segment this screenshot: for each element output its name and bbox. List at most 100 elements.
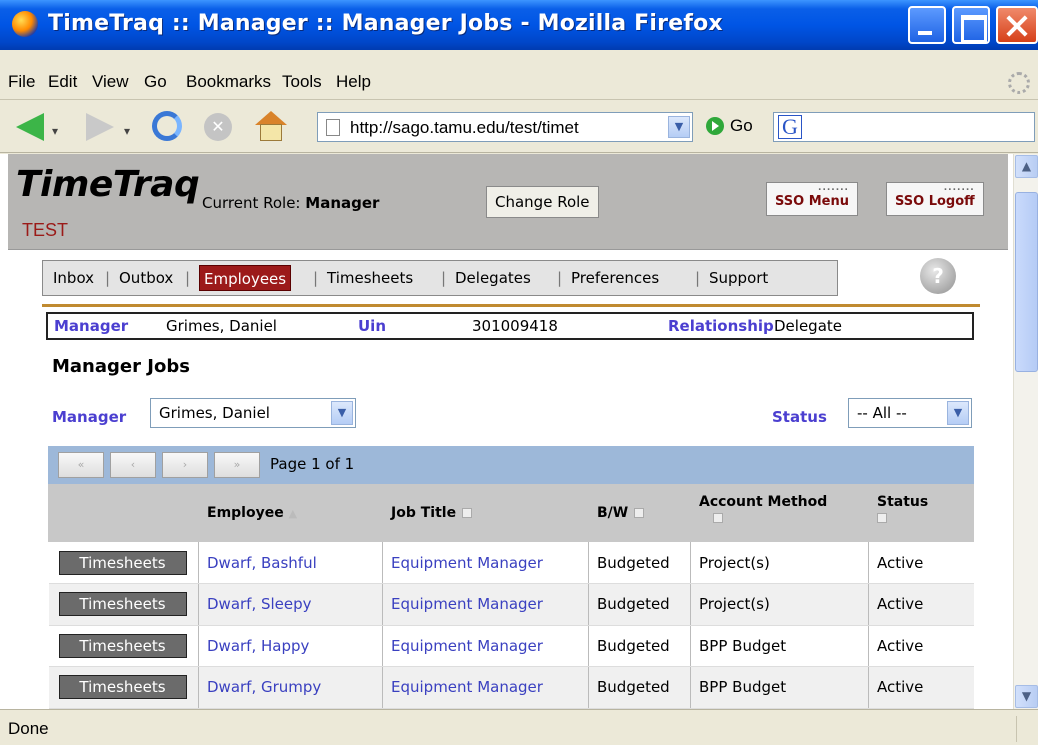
tab-delegates[interactable]: Delegates xyxy=(455,269,531,287)
minimize-button[interactable] xyxy=(908,6,946,44)
manager-info-bar: Manager Grimes, Daniel Uin 301009418 Rel… xyxy=(46,312,974,340)
first-page-button[interactable]: « xyxy=(58,452,104,478)
header-job-title[interactable]: Job Title xyxy=(382,484,589,542)
home-icon[interactable] xyxy=(255,111,287,141)
help-icon[interactable]: ? xyxy=(920,258,956,294)
table-row: Timesheets Dwarf, Grumpy Equipment Manag… xyxy=(48,666,974,709)
menu-tools[interactable]: Tools xyxy=(282,72,322,92)
status-text: Done xyxy=(8,719,49,738)
status-select[interactable]: -- All -- ▼ xyxy=(848,398,972,428)
tab-inbox[interactable]: Inbox xyxy=(53,269,94,287)
go-icon[interactable] xyxy=(706,117,724,135)
timesheets-button[interactable]: Timesheets xyxy=(58,675,187,700)
stop-icon[interactable]: ✕ xyxy=(204,113,232,141)
menu-file[interactable]: File xyxy=(8,72,35,92)
sso-menu-button[interactable]: SSO Menu xyxy=(766,169,858,216)
info-uin-value: 301009418 xyxy=(472,317,558,335)
header-account-method[interactable]: Account Method xyxy=(690,484,869,542)
account-method-cell: Project(s) xyxy=(690,542,869,584)
timesheets-button[interactable]: Timesheets xyxy=(58,633,187,658)
header-employee[interactable]: Employee ▲ xyxy=(198,484,383,542)
employee-link[interactable]: Dwarf, Grumpy xyxy=(207,678,321,696)
role-prefix: Current Role: xyxy=(202,194,301,212)
menu-bookmarks[interactable]: Bookmarks xyxy=(186,72,271,92)
timesheets-button[interactable]: Timesheets xyxy=(58,592,187,617)
vertical-scrollbar[interactable]: ▲ ▼ xyxy=(1013,154,1038,709)
menu-view[interactable]: View xyxy=(92,72,129,92)
job-title-cell: Equipment Manager xyxy=(382,625,589,667)
sort-icon[interactable] xyxy=(877,513,887,523)
resize-grip[interactable] xyxy=(1016,716,1034,742)
back-dropdown-icon[interactable]: ▾ xyxy=(52,124,58,138)
reload-icon[interactable] xyxy=(152,111,182,141)
tab-outbox[interactable]: Outbox xyxy=(119,269,173,287)
job-title-link[interactable]: Equipment Manager xyxy=(391,678,543,696)
divider xyxy=(42,304,980,307)
job-title-cell: Equipment Manager xyxy=(382,542,589,584)
menu-help[interactable]: Help xyxy=(336,72,371,92)
job-title-link[interactable]: Equipment Manager xyxy=(391,637,543,655)
employee-cell: Dwarf, Sleepy xyxy=(198,583,383,626)
go-button[interactable]: Go xyxy=(730,116,753,136)
manager-select[interactable]: Grimes, Daniel ▼ xyxy=(150,398,356,428)
row-action-cell: Timesheets xyxy=(48,583,199,626)
sort-icon[interactable] xyxy=(634,508,645,518)
menu-bar: File Edit View Go Bookmarks Tools Help xyxy=(0,50,1038,100)
job-title-link[interactable]: Equipment Manager xyxy=(391,554,543,572)
role-value: Manager xyxy=(305,194,380,212)
bw-cell: Budgeted xyxy=(588,583,691,626)
tab-preferences[interactable]: Preferences xyxy=(571,269,659,287)
sso-logoff-button[interactable]: SSO Logoff xyxy=(886,169,984,216)
row-action-cell: Timesheets xyxy=(48,542,199,584)
account-method-cell: Project(s) xyxy=(690,583,869,626)
url-dropdown-icon[interactable]: ▼ xyxy=(668,116,690,138)
tab-support[interactable]: Support xyxy=(709,269,768,287)
menu-edit[interactable]: Edit xyxy=(48,72,77,92)
sort-icon[interactable] xyxy=(462,508,473,518)
tab-timesheets[interactable]: Timesheets xyxy=(327,269,413,287)
job-title-link[interactable]: Equipment Manager xyxy=(391,595,543,613)
tab-employees[interactable]: Employees xyxy=(199,265,292,291)
employee-link[interactable]: Dwarf, Sleepy xyxy=(207,595,312,613)
employee-cell: Dwarf, Grumpy xyxy=(198,666,383,709)
change-role-button[interactable]: Change Role xyxy=(486,186,599,218)
sort-asc-icon[interactable]: ▲ xyxy=(289,507,297,520)
header-status[interactable]: Status xyxy=(868,484,974,542)
brand-logo: TimeTraq xyxy=(16,164,200,205)
forward-arrow-icon[interactable] xyxy=(86,113,114,141)
scroll-down-icon[interactable]: ▼ xyxy=(1015,685,1038,708)
header-bw[interactable]: B/W xyxy=(588,484,691,542)
employee-link[interactable]: Dwarf, Happy xyxy=(207,637,309,655)
url-bar[interactable]: http://sago.tamu.edu/test/timet ▼ xyxy=(317,112,693,142)
employee-cell: Dwarf, Happy xyxy=(198,625,383,667)
employee-link[interactable]: Dwarf, Bashful xyxy=(207,554,317,572)
prev-page-button[interactable]: ‹ xyxy=(110,452,156,478)
last-page-button[interactable]: » xyxy=(214,452,260,478)
maximize-button[interactable] xyxy=(952,6,990,44)
chevron-down-icon[interactable]: ▼ xyxy=(947,401,969,425)
scroll-up-icon[interactable]: ▲ xyxy=(1015,155,1038,178)
google-icon[interactable]: G xyxy=(778,115,802,139)
status-cell: Active xyxy=(868,666,974,709)
manager-select-value: Grimes, Daniel xyxy=(159,404,270,422)
environment-label: TEST xyxy=(22,220,69,240)
row-action-cell: Timesheets xyxy=(48,625,199,667)
scroll-thumb[interactable] xyxy=(1015,192,1038,372)
navigation-toolbar: ▾ ▾ ✕ http://sago.tamu.edu/test/timet ▼ … xyxy=(0,100,1038,153)
url-text[interactable]: http://sago.tamu.edu/test/timet xyxy=(350,118,666,138)
job-title-cell: Equipment Manager xyxy=(382,583,589,626)
close-button[interactable] xyxy=(996,6,1038,44)
page-area: Inbox | Outbox | Employees | Timesheets … xyxy=(34,250,988,709)
timesheets-button[interactable]: Timesheets xyxy=(58,550,187,575)
info-manager-value: Grimes, Daniel xyxy=(166,317,277,335)
menu-go[interactable]: Go xyxy=(144,72,167,92)
table-row: Timesheets Dwarf, Happy Equipment Manage… xyxy=(48,625,974,667)
chevron-down-icon[interactable]: ▼ xyxy=(331,401,353,425)
status-select-value: -- All -- xyxy=(857,404,907,422)
sort-icon[interactable] xyxy=(713,513,723,523)
current-role: Current Role: Manager xyxy=(202,194,379,212)
back-arrow-icon[interactable] xyxy=(16,113,44,141)
next-page-button[interactable]: › xyxy=(162,452,208,478)
forward-dropdown-icon[interactable]: ▾ xyxy=(124,124,130,138)
search-bar[interactable]: G xyxy=(773,112,1035,142)
